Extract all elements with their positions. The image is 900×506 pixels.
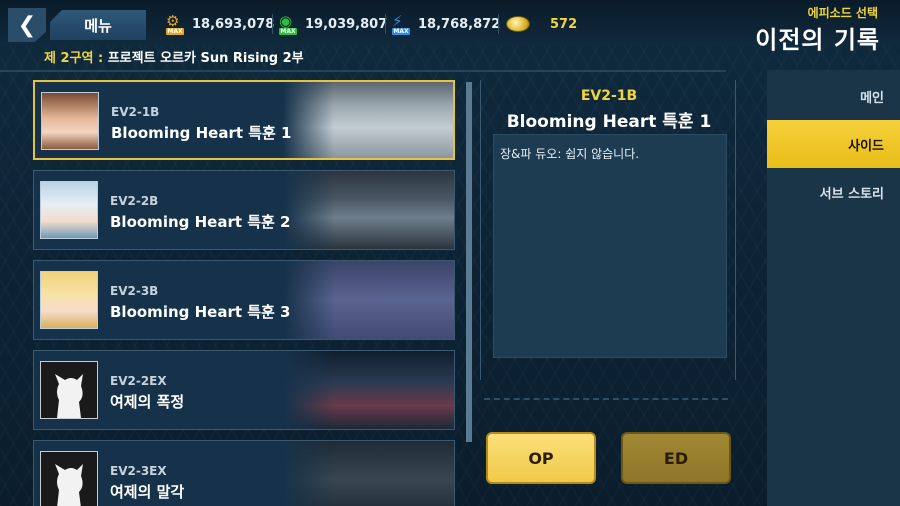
gold-coin-icon bbox=[506, 16, 530, 32]
tab-main[interactable]: 메인 bbox=[767, 72, 900, 120]
episode-thumbnail bbox=[283, 82, 453, 158]
episode-list[interactable]: EV2-1B Blooming Heart 특훈 1 EV2-2B Bloomi… bbox=[33, 80, 457, 506]
resource-bolt-value: 18,768,872 bbox=[418, 16, 501, 32]
episode-code: EV2-2EX bbox=[110, 374, 167, 388]
silhouette-icon bbox=[40, 361, 98, 419]
episode-name: Blooming Heart 특훈 2 bbox=[110, 213, 291, 231]
green-capsule-icon: ◉ MAX bbox=[279, 12, 297, 35]
resource-gear-value: 18,693,078 bbox=[192, 16, 275, 32]
episode-card-ev2-1b[interactable]: EV2-1B Blooming Heart 특훈 1 bbox=[33, 80, 455, 160]
gear-icon: ⚙ MAX bbox=[166, 12, 184, 35]
page-subtitle: 에피소드 선택 bbox=[807, 6, 878, 20]
menu-button[interactable]: 메뉴 bbox=[50, 10, 146, 40]
resource-gear: ⚙ MAX 18,693,078 bbox=[164, 12, 274, 36]
episode-thumbnail bbox=[284, 261, 454, 339]
character-portrait bbox=[41, 92, 99, 150]
breadcrumb-name: 프로젝트 오르카 Sun Rising 2부 bbox=[103, 51, 304, 66]
resource-capsule-value: 19,039,807 bbox=[305, 16, 388, 32]
episode-card-ev2-3b[interactable]: EV2-3B Blooming Heart 특훈 3 bbox=[33, 260, 455, 340]
breadcrumb-zone: 제 2구역 : bbox=[44, 51, 104, 66]
episode-card-ev2-2ex[interactable]: EV2-2EX 여제의 폭정 bbox=[33, 350, 455, 430]
episode-thumbnail bbox=[284, 351, 454, 429]
detail-code: EV2-1B bbox=[580, 88, 638, 104]
op-button-label: OP bbox=[528, 448, 554, 468]
resource-bolt: ⚡ MAX 18,768,872 bbox=[390, 12, 500, 36]
resource-coin: 572 bbox=[506, 12, 577, 36]
silhouette-icon bbox=[40, 451, 98, 506]
episode-code: EV2-3B bbox=[110, 284, 159, 298]
ed-button[interactable]: ED bbox=[621, 432, 731, 484]
episode-detail-panel: EV2-1B Blooming Heart 특훈 1 장&파 듀오: 쉽지 않습… bbox=[480, 80, 736, 380]
tab-sub-story[interactable]: 서브 스토리 bbox=[767, 168, 900, 216]
page-title: 이전의 기록 bbox=[755, 26, 880, 54]
character-portrait bbox=[40, 271, 98, 329]
detail-description-box: 장&파 듀오: 쉽지 않습니다. bbox=[493, 134, 727, 358]
detail-title: Blooming Heart 특훈 1 bbox=[506, 112, 712, 132]
header-divider bbox=[0, 70, 726, 72]
tab-label: 메인 bbox=[860, 90, 884, 106]
episode-name: 여제의 말각 bbox=[110, 483, 185, 501]
episode-code: EV2-3EX bbox=[110, 464, 167, 478]
divider bbox=[498, 14, 499, 34]
episode-code: EV2-1B bbox=[111, 105, 160, 119]
episode-name: Blooming Heart 특훈 3 bbox=[110, 303, 291, 321]
resource-capsule: ◉ MAX 19,039,807 bbox=[277, 12, 387, 36]
dashed-divider bbox=[484, 398, 728, 400]
tab-label: 서브 스토리 bbox=[819, 186, 884, 202]
divider bbox=[272, 14, 273, 34]
back-chevron-icon: ❮ bbox=[17, 12, 37, 38]
op-button[interactable]: OP bbox=[486, 432, 596, 484]
detail-description: 장&파 듀오: 쉽지 않습니다. bbox=[500, 147, 640, 161]
episode-card-ev2-3ex[interactable]: EV2-3EX 여제의 말각 bbox=[33, 440, 455, 506]
breadcrumb: 제 2구역 : 프로젝트 오르카 Sun Rising 2부 bbox=[44, 47, 304, 66]
tab-side[interactable]: 사이드 bbox=[767, 120, 900, 168]
episode-thumbnail bbox=[284, 171, 454, 249]
scrollbar-thumb[interactable] bbox=[466, 82, 472, 442]
episode-code: EV2-2B bbox=[110, 194, 159, 208]
character-portrait bbox=[40, 181, 98, 239]
episode-name: 여제의 폭정 bbox=[110, 393, 185, 411]
episode-thumbnail bbox=[284, 441, 454, 506]
blue-bolt-icon: ⚡ MAX bbox=[392, 12, 410, 35]
tab-label: 사이드 bbox=[848, 138, 884, 154]
category-tabs: 메인 사이드 서브 스토리 bbox=[767, 70, 900, 506]
ed-button-label: ED bbox=[663, 448, 689, 468]
menu-button-label: 메뉴 bbox=[84, 16, 112, 35]
episode-card-ev2-2b[interactable]: EV2-2B Blooming Heart 특훈 2 bbox=[33, 170, 455, 250]
coin-value: 572 bbox=[550, 16, 578, 32]
episode-name: Blooming Heart 특훈 1 bbox=[111, 124, 292, 142]
divider bbox=[385, 14, 386, 34]
